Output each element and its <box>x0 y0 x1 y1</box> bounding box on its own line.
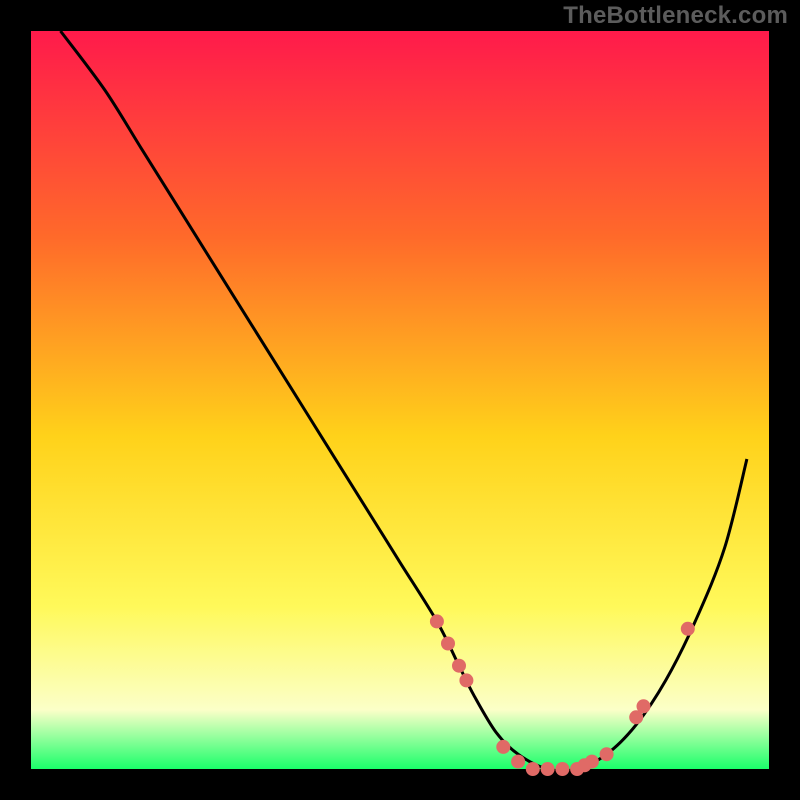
curve-dot <box>511 755 525 769</box>
curve-dot <box>600 747 614 761</box>
bottleneck-plot-svg <box>0 0 800 800</box>
curve-dot <box>541 762 555 776</box>
curve-dot <box>681 622 695 636</box>
watermark-label: TheBottleneck.com <box>563 2 788 30</box>
chart-canvas: TheBottleneck.com <box>0 0 800 800</box>
curve-dot <box>441 637 455 651</box>
curve-dot <box>637 699 651 713</box>
curve-dot <box>555 762 569 776</box>
curve-dot <box>496 740 510 754</box>
plot-background <box>31 31 769 769</box>
curve-dot <box>526 762 540 776</box>
curve-dot <box>585 755 599 769</box>
curve-dot <box>430 614 444 628</box>
curve-dot <box>459 673 473 687</box>
curve-dot <box>452 659 466 673</box>
